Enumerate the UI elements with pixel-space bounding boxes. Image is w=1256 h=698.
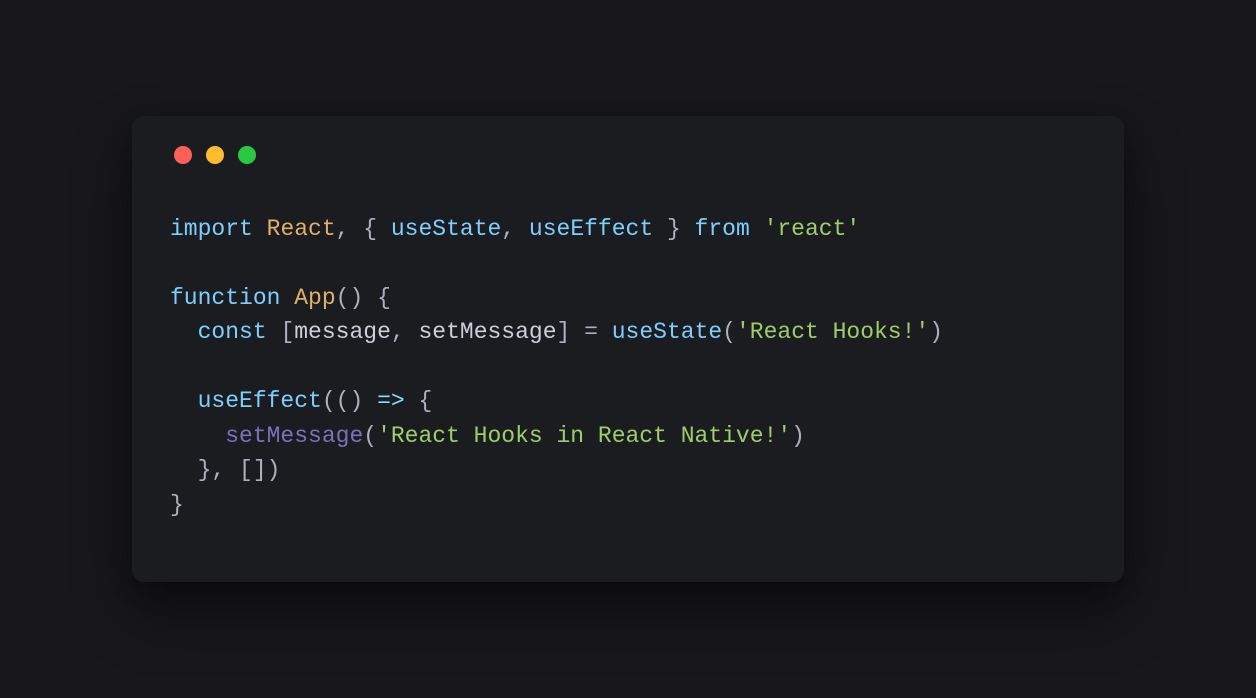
line-7: setMessage('React Hooks in React Native!… [170, 423, 805, 449]
close-icon[interactable] [174, 146, 192, 164]
line-4: const [message, setMessage] = useState('… [170, 319, 943, 345]
line-8: }, []) [170, 457, 280, 483]
maximize-icon[interactable] [238, 146, 256, 164]
code-window: import React, { useState, useEffect } fr… [132, 116, 1124, 583]
line-1: import React, { useState, useEffect } fr… [170, 216, 860, 242]
line-3: function App() { [170, 285, 391, 311]
line-9: } [170, 492, 184, 518]
code-block: import React, { useState, useEffect } fr… [170, 212, 1086, 523]
window-traffic-lights [170, 146, 1086, 164]
minimize-icon[interactable] [206, 146, 224, 164]
line-6: useEffect(() => { [170, 388, 432, 414]
